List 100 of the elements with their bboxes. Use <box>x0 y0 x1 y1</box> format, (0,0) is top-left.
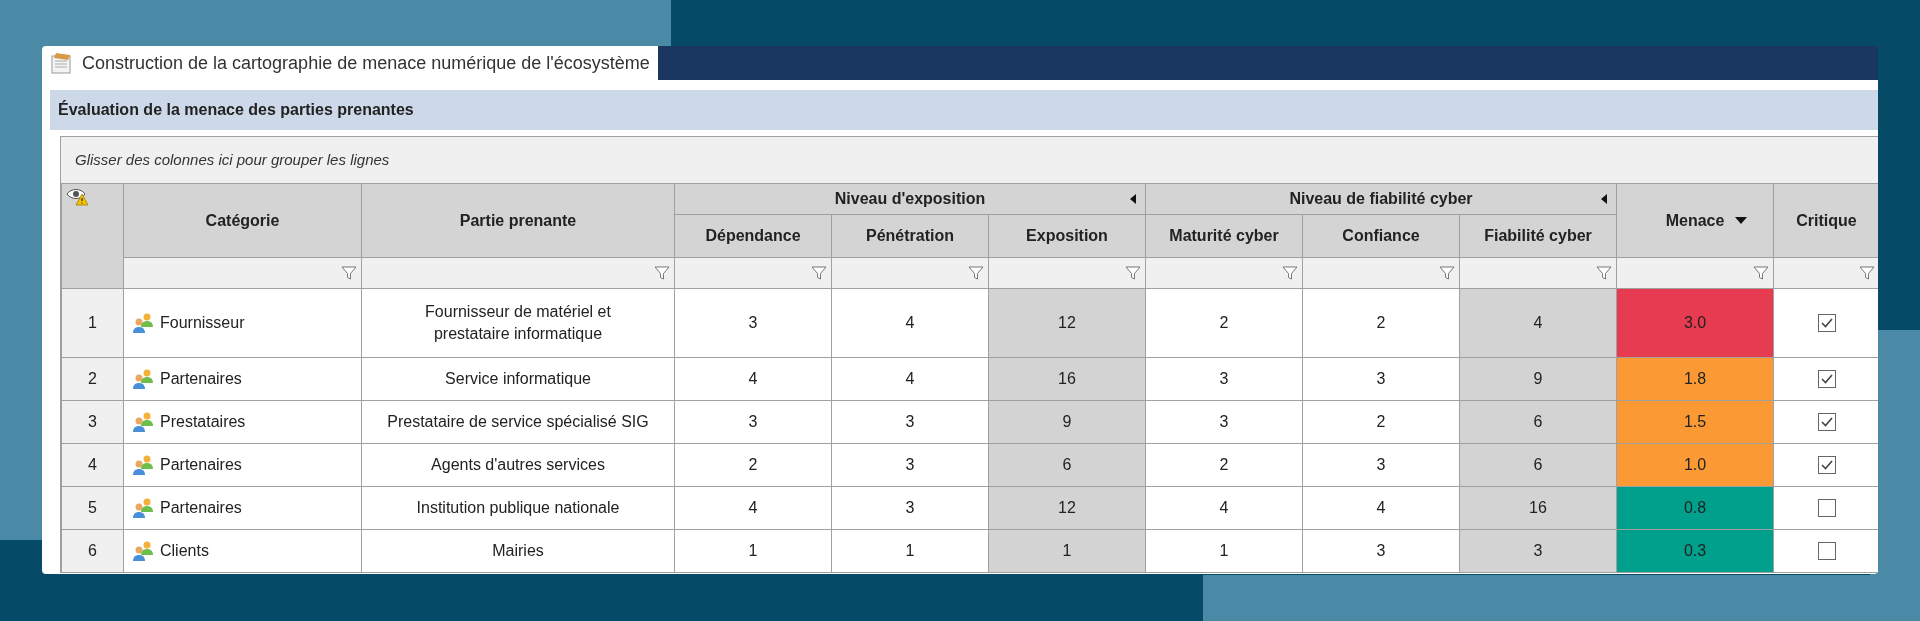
filter-cell[interactable] <box>1773 257 1878 289</box>
table-cell: Mairies <box>361 529 675 573</box>
panel-title: Évaluation de la menace des parties prenantes <box>58 99 414 120</box>
table-cell: 6 <box>1459 400 1617 444</box>
filter-icon[interactable] <box>341 265 357 281</box>
filter-icon[interactable] <box>1753 265 1769 281</box>
table-cell: 1 <box>988 529 1146 573</box>
filter-icon[interactable] <box>1596 265 1612 281</box>
table-cell: 2 <box>674 443 832 487</box>
table-cell: 3 <box>831 443 989 487</box>
table-cell: 4 <box>831 288 989 358</box>
column-header[interactable]: Confiance <box>1302 214 1460 258</box>
check-icon <box>1819 458 1834 472</box>
filter-icon[interactable] <box>1859 265 1875 281</box>
table-cell: 4 <box>1459 288 1617 358</box>
collapse-arrow-icon[interactable] <box>1129 194 1137 204</box>
column-header[interactable]: Pénétration <box>831 214 989 258</box>
collapse-arrow-icon[interactable] <box>1600 194 1608 204</box>
window-title: Construction de la cartographie de menace numérique de l'écosystème <box>82 51 650 75</box>
checkbox[interactable] <box>1817 542 1836 560</box>
row-number: 4 <box>61 443 124 487</box>
table-cell: 4 <box>831 357 989 401</box>
table-cell: 3 <box>1145 400 1303 444</box>
filter-cell[interactable] <box>1302 257 1460 289</box>
table-cell: Service informatique <box>361 357 675 401</box>
filter-cell[interactable] <box>361 257 675 289</box>
column-header[interactable]: Partie prenante <box>361 183 675 258</box>
table-cell: 4 <box>1145 486 1303 530</box>
category-text: Fournisseur <box>160 313 245 333</box>
column-header[interactable]: Dépendance <box>674 214 832 258</box>
filter-cell[interactable] <box>1616 257 1774 289</box>
table-cell: Institution publique nationale <box>361 486 675 530</box>
column-header[interactable]: Exposition <box>988 214 1146 258</box>
column-group-header[interactable]: Niveau d'exposition <box>674 183 1146 215</box>
table-cell: 9 <box>988 400 1146 444</box>
check-icon <box>1819 415 1834 429</box>
table-cell: 16 <box>1459 486 1617 530</box>
filter-icon[interactable] <box>811 265 827 281</box>
table-cell: 2 <box>1145 443 1303 487</box>
filter-cell[interactable] <box>1145 257 1303 289</box>
table-cell: 4 <box>674 486 832 530</box>
table-cell: 3 <box>831 486 989 530</box>
filter-icon[interactable] <box>1439 265 1455 281</box>
filter-cell[interactable] <box>1459 257 1617 289</box>
column-header[interactable]: Menace <box>1616 183 1774 258</box>
category-text: Prestataires <box>160 412 246 432</box>
filter-icon[interactable] <box>968 265 984 281</box>
table-cell: 1 <box>1145 529 1303 573</box>
people-icon <box>132 411 154 433</box>
filter-icon[interactable] <box>654 265 670 281</box>
people-icon <box>132 312 154 334</box>
eye-warning-icon[interactable] <box>66 186 90 206</box>
table-cell: 2 <box>1145 288 1303 358</box>
checkbox[interactable] <box>1817 456 1836 474</box>
table-cell: 9 <box>1459 357 1617 401</box>
filter-cell[interactable] <box>831 257 989 289</box>
sort-arrow-icon[interactable] <box>1735 216 1747 225</box>
checkbox[interactable] <box>1817 314 1836 332</box>
checkbox[interactable] <box>1817 413 1836 431</box>
threat-cell: 3.0 <box>1616 288 1774 358</box>
people-icon <box>132 454 154 476</box>
filter-icon[interactable] <box>1282 265 1298 281</box>
table-cell: 6 <box>988 443 1146 487</box>
table-cell: 1 <box>674 529 832 573</box>
column-header[interactable]: Fiabilité cyber <box>1459 214 1617 258</box>
table-cell: 2 <box>1302 400 1460 444</box>
row-number: 3 <box>61 400 124 444</box>
filter-cell[interactable] <box>674 257 832 289</box>
filter-cell[interactable] <box>988 257 1146 289</box>
window-tab[interactable]: Construction de la cartographie de menace numérique de l'écosystème <box>42 46 658 80</box>
people-icon <box>132 497 154 519</box>
checkbox[interactable] <box>1817 370 1836 388</box>
row-number: 6 <box>61 529 124 573</box>
table-cell: 16 <box>988 357 1146 401</box>
row-number: 5 <box>61 486 124 530</box>
check-icon <box>1819 316 1834 330</box>
table-cell: 6 <box>1459 443 1617 487</box>
row-number: 1 <box>61 288 124 358</box>
category-text: Partenaires <box>160 369 242 389</box>
table-cell: 3 <box>1145 357 1303 401</box>
column-header[interactable]: Catégorie <box>123 183 362 258</box>
check-icon <box>1819 372 1834 386</box>
threat-cell: 1.5 <box>1616 400 1774 444</box>
filter-cell[interactable] <box>123 257 362 289</box>
people-icon <box>132 368 154 390</box>
table-cell: 12 <box>988 486 1146 530</box>
threat-cell: 1.0 <box>1616 443 1774 487</box>
table-cell: 3 <box>1302 443 1460 487</box>
category-text: Clients <box>160 541 209 561</box>
category-text: Partenaires <box>160 455 242 475</box>
column-group-header[interactable]: Niveau de fiabilité cyber <box>1145 183 1617 215</box>
filter-icon[interactable] <box>1125 265 1141 281</box>
checkbox[interactable] <box>1817 499 1836 517</box>
column-header[interactable]: Maturité cyber <box>1145 214 1303 258</box>
column-header[interactable]: Critique <box>1773 183 1878 258</box>
table-cell: 3 <box>674 288 832 358</box>
table-cell: 4 <box>1302 486 1460 530</box>
people-icon <box>132 540 154 562</box>
group-hint: Glisser des colonnes ici pour grouper les lignes <box>75 149 390 170</box>
table-cell: 3 <box>1459 529 1617 573</box>
